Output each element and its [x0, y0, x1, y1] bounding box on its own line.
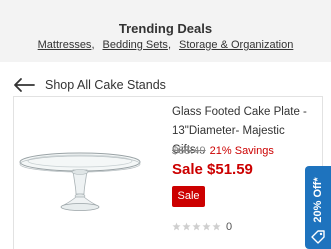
- link-separator: ,: [167, 39, 171, 51]
- trending-links: Mattresses, Bedding Sets, Storage & Organi…: [0, 39, 331, 51]
- rating[interactable]: 0: [172, 218, 232, 233]
- trending-deals-title: Trending Deals: [118, 21, 213, 36]
- review-count[interactable]: 0: [226, 221, 232, 233]
- star-icon: [172, 222, 181, 231]
- star-icon: [192, 222, 201, 231]
- promo-tab-label: 20% Off*: [312, 177, 324, 223]
- sale-price: Sale $51.59: [172, 161, 253, 178]
- trending-link-bedding-sets[interactable]: Bedding Sets: [103, 39, 168, 51]
- back-link-label[interactable]: Shop All Cake Stands: [45, 78, 166, 92]
- tag-icon: [311, 230, 325, 244]
- trending-link-storage-organization[interactable]: Storage & Organization: [179, 39, 293, 51]
- savings-percent: 21% Savings: [209, 145, 274, 157]
- original-price: $65.49: [172, 145, 206, 157]
- link-separator: ,: [91, 39, 95, 51]
- price-row: $65.49 21% Savings: [172, 145, 274, 157]
- discount-promo-tab[interactable]: 20% Off*: [305, 166, 331, 249]
- trending-link-mattresses[interactable]: Mattresses: [38, 39, 92, 51]
- star-icon: [182, 222, 191, 231]
- sale-badge: Sale: [172, 186, 205, 207]
- back-to-category[interactable]: Shop All Cake Stands: [0, 72, 331, 98]
- arrow-left-icon[interactable]: [12, 77, 36, 93]
- product-image[interactable]: [18, 150, 142, 214]
- star-icon: [212, 222, 221, 231]
- star-icon: [202, 222, 211, 231]
